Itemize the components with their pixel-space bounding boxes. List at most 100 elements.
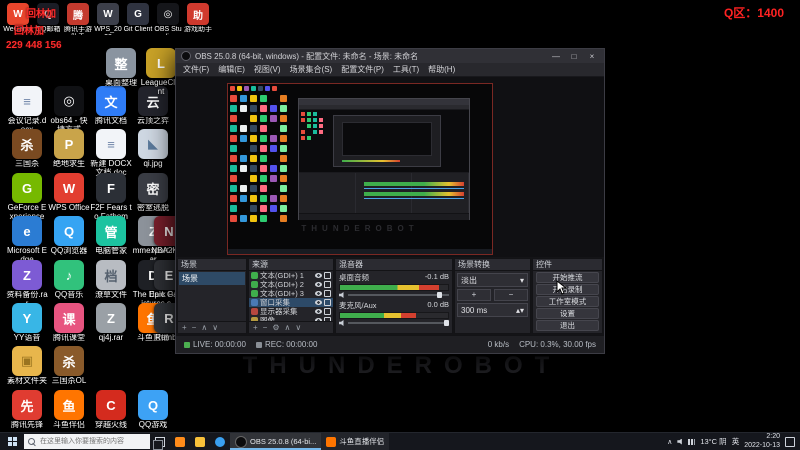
lock-icon[interactable] <box>324 308 331 315</box>
desktop-icon[interactable]: 课腾讯课堂 <box>48 303 90 343</box>
close-button[interactable]: × <box>585 52 599 61</box>
obs-menu-item[interactable]: 场景集合(S) <box>286 63 337 76</box>
desktop-icon[interactable]: ≡会议记录.docx <box>6 86 48 135</box>
studio-mode-button[interactable]: 工作室模式 <box>536 296 599 307</box>
add-source-icon[interactable]: + <box>253 323 258 332</box>
preview-canvas[interactable]: THUNDEROBOT <box>176 77 604 257</box>
minimize-button[interactable]: — <box>549 52 563 61</box>
source-list-item[interactable]: 显示器采集 <box>249 307 333 316</box>
search-input[interactable] <box>38 437 146 446</box>
obs-menu-item[interactable]: 文件(F) <box>179 63 213 76</box>
pinned-app-explorer[interactable] <box>190 433 210 450</box>
source-list-item[interactable]: 文本(GDI+) 2 <box>249 280 333 289</box>
desktop-icon[interactable]: P绝地求生 <box>48 129 90 169</box>
volume-icon[interactable] <box>677 439 683 445</box>
notification-center-icon[interactable] <box>785 437 795 447</box>
source-list-item[interactable]: 文本(GDI+) 1 <box>249 271 333 280</box>
lock-icon[interactable] <box>324 299 331 306</box>
desktop-icon[interactable]: ♪QQ音乐 <box>48 260 90 300</box>
lock-icon[interactable] <box>324 281 331 288</box>
lock-icon[interactable] <box>324 317 331 321</box>
lock-icon[interactable] <box>324 272 331 279</box>
transition-select[interactable]: 淡出 ▾ <box>457 273 528 287</box>
remove-scene-icon[interactable]: − <box>192 323 197 332</box>
desktop-icon[interactable]: 鱼斗鱼伴侣 <box>48 390 90 430</box>
scene-list-item[interactable]: 场景 <box>179 272 245 285</box>
obs-menu-item[interactable]: 工具(T) <box>389 63 423 76</box>
desktop-icon[interactable]: QQQ浏览器 <box>48 216 90 256</box>
desktop-icon[interactable]: 档潦草文件 <box>90 260 132 300</box>
move-scene-up-icon[interactable]: ∧ <box>201 323 207 332</box>
desktop-icon[interactable]: 密密室逃脱 <box>132 173 174 213</box>
desktop-icon[interactable]: ◎obs64 - 快捷方式 <box>48 86 90 135</box>
slider-knob[interactable] <box>437 292 442 298</box>
desktop-icon[interactable]: YYY语音 <box>6 303 48 343</box>
visibility-eye-icon[interactable] <box>315 291 322 296</box>
slider-knob[interactable] <box>444 320 449 326</box>
desktop-icon[interactable]: 杀三国杀OL <box>48 346 90 386</box>
source-list-item[interactable]: 窗口采集 <box>249 298 333 307</box>
add-scene-icon[interactable]: + <box>182 323 187 332</box>
desktop-icon[interactable]: 先腾讯先锋 <box>6 390 48 430</box>
add-transition-button[interactable]: + <box>457 289 491 301</box>
desktop-icon[interactable]: FF2F Fears to Fathom <box>90 173 132 222</box>
volume-slider[interactable] <box>339 320 449 326</box>
taskbar-douyu-button[interactable]: 斗鱼直播伴侣 <box>321 433 389 450</box>
speaker-icon[interactable] <box>339 320 345 326</box>
taskbar-obs-button[interactable]: OBS 25.0.8 (64-bi... <box>230 433 321 450</box>
desktop-icon[interactable]: Zqj4j.rar <box>90 303 132 343</box>
move-source-down-icon[interactable]: ∨ <box>295 323 301 332</box>
remove-transition-button[interactable]: − <box>494 289 528 301</box>
desktop-icon[interactable]: 管电脑管家 <box>90 216 132 256</box>
desktop-icon[interactable]: QQQ游戏 <box>132 390 174 430</box>
desktop-icon[interactable]: eMicrosoft Edge <box>6 216 48 265</box>
lock-icon[interactable] <box>324 290 331 297</box>
move-source-up-icon[interactable]: ∧ <box>285 323 291 332</box>
slider-rail[interactable] <box>348 322 449 324</box>
ime-indicator[interactable]: 英 <box>732 436 740 447</box>
move-scene-down-icon[interactable]: ∨ <box>212 323 218 332</box>
obs-menu-item[interactable]: 编辑(E) <box>214 63 249 76</box>
start-button[interactable] <box>0 433 24 450</box>
weather-widget[interactable]: 13°C 阴 <box>700 436 726 447</box>
desktop-icon[interactable]: C穿越火线 <box>90 390 132 430</box>
obs-menu-item[interactable]: 帮助(H) <box>424 63 459 76</box>
desktop-icon[interactable]: Z资料备份.rar <box>6 260 48 309</box>
source-properties-icon[interactable]: ⚙ <box>272 323 279 332</box>
visibility-eye-icon[interactable] <box>315 273 322 278</box>
visibility-eye-icon[interactable] <box>315 300 322 305</box>
slider-rail[interactable] <box>348 294 449 296</box>
remove-source-icon[interactable]: − <box>263 323 268 332</box>
nested-dock-panels <box>299 172 469 213</box>
desktop-icon[interactable]: ◣qi.jpg <box>132 129 174 169</box>
desktop-icon[interactable]: 杀三国杀 <box>6 129 48 169</box>
visibility-eye-icon[interactable] <box>315 309 322 314</box>
maximize-button[interactable]: □ <box>567 52 581 61</box>
desktop-icon[interactable]: GGeForce Experience <box>6 173 48 222</box>
desktop-icon[interactable]: 文腾讯文档 <box>90 86 132 126</box>
desktop-icon[interactable]: 整桌面整理 <box>100 48 142 88</box>
volume-slider[interactable] <box>339 292 449 298</box>
taskbar-search[interactable] <box>24 434 150 449</box>
obs-menu-item[interactable]: 配置文件(P) <box>337 63 388 76</box>
desktop-icon[interactable]: ≡新建 DOCX 文档.doc <box>90 129 132 178</box>
desktop-icon[interactable]: ▣素材文件夹 <box>6 346 48 386</box>
settings-button[interactable]: 设置 <box>536 308 599 319</box>
speaker-icon[interactable] <box>339 292 345 298</box>
network-icon[interactable] <box>688 439 695 445</box>
visibility-eye-icon[interactable] <box>315 282 322 287</box>
pinned-app-headset[interactable] <box>170 433 190 450</box>
desktop-icon[interactable]: WWPS Office <box>48 173 90 213</box>
pinned-app-edge[interactable] <box>210 433 230 450</box>
source-list-item[interactable]: 图像 <box>249 316 333 321</box>
visibility-eye-icon[interactable] <box>315 318 322 321</box>
task-view-button[interactable] <box>150 433 170 450</box>
obs-titlebar[interactable]: OBS 25.0.8 (64-bit, windows) - 配置文件: 未命名… <box>176 49 604 63</box>
obs-menu-item[interactable]: 视图(V) <box>250 63 285 76</box>
exit-button[interactable]: 退出 <box>536 320 599 331</box>
clock[interactable]: 2:20 2022-10-13 <box>744 433 780 450</box>
transition-duration-stepper[interactable]: 300 ms ▴▾ <box>457 303 528 317</box>
stepper-arrows-icon[interactable]: ▴▾ <box>516 306 524 315</box>
tray-expand-icon[interactable]: ∧ <box>667 438 672 446</box>
source-list-item[interactable]: 文本(GDI+) 3 <box>249 289 333 298</box>
